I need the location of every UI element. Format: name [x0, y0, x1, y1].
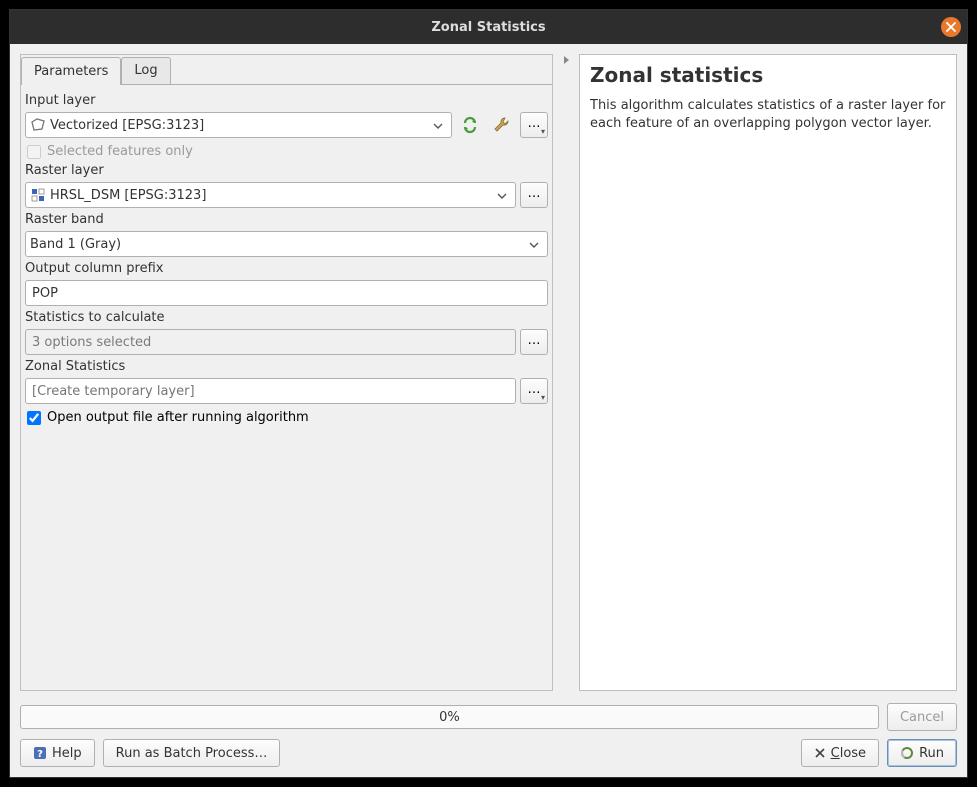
- ellipsis-icon: …: [528, 333, 541, 348]
- zonal-output-input[interactable]: [25, 378, 516, 404]
- raster-layer-value: HRSL_DSM [EPSG:3123]: [50, 188, 493, 203]
- input-layer-combo[interactable]: Vectorized [EPSG:3123]: [25, 112, 452, 138]
- selected-features-label: Selected features only: [47, 144, 193, 159]
- titlebar: Zonal Statistics: [10, 10, 967, 44]
- run-button[interactable]: Run: [887, 739, 957, 767]
- chevron-down-icon: [525, 237, 543, 252]
- progress-text: 0%: [439, 710, 460, 725]
- close-icon: [946, 22, 956, 32]
- raster-band-label: Raster band: [25, 212, 548, 227]
- raster-band-value: Band 1 (Gray): [30, 237, 525, 252]
- stats-label: Statistics to calculate: [25, 310, 548, 325]
- ellipsis-icon: …: [528, 186, 541, 201]
- chevron-down-icon: [429, 118, 447, 133]
- dialog-body: Parameters Log Input layer Vectorized [E…: [10, 44, 967, 777]
- help-description: This algorithm calculates statistics of …: [590, 97, 946, 132]
- batch-button[interactable]: Run as Batch Process…: [103, 739, 281, 767]
- open-output-checkbox[interactable]: [27, 411, 41, 425]
- tab-parameters[interactable]: Parameters: [21, 57, 121, 85]
- help-button-label: Help: [52, 746, 82, 761]
- close-button-label: Close: [831, 746, 866, 761]
- output-prefix-label: Output column prefix: [25, 261, 548, 276]
- ellipsis-icon: …: [528, 382, 541, 397]
- raster-layer-icon: [30, 187, 46, 203]
- window-title: Zonal Statistics: [431, 20, 545, 35]
- iterate-button[interactable]: [456, 112, 484, 138]
- wrench-icon: [492, 115, 512, 135]
- top-area: Parameters Log Input layer Vectorized [E…: [20, 54, 957, 691]
- stats-browse-button[interactable]: …: [520, 329, 548, 355]
- open-output-label: Open output file after running algorithm: [47, 410, 309, 425]
- zonal-output-browse-button[interactable]: … ▾: [520, 378, 548, 404]
- iterate-icon: [460, 115, 480, 135]
- svg-text:?: ?: [37, 749, 43, 760]
- help-button[interactable]: ? Help: [20, 739, 95, 767]
- help-title: Zonal statistics: [590, 63, 946, 87]
- window-close-button[interactable]: [941, 17, 961, 37]
- run-button-label: Run: [919, 746, 944, 761]
- dialog-window: Zonal Statistics Parameters Log Input la…: [9, 9, 968, 778]
- open-output-row[interactable]: Open output file after running algorithm: [27, 410, 548, 425]
- help-pane: Zonal statistics This algorithm calculat…: [579, 54, 957, 691]
- stats-value: 3 options selected: [32, 335, 151, 350]
- raster-layer-label: Raster layer: [25, 163, 548, 178]
- tab-log[interactable]: Log: [121, 57, 170, 84]
- raster-layer-combo[interactable]: HRSL_DSM [EPSG:3123]: [25, 182, 516, 208]
- raster-band-combo[interactable]: Band 1 (Gray): [25, 231, 548, 257]
- input-layer-label: Input layer: [25, 93, 548, 108]
- x-icon: [814, 747, 826, 759]
- tab-content-parameters: Input layer Vectorized [EPSG:3123]: [21, 84, 552, 690]
- raster-layer-browse-button[interactable]: …: [520, 182, 548, 208]
- splitter-arrow-icon: [562, 55, 570, 65]
- close-button[interactable]: Close: [801, 739, 879, 767]
- selected-features-row: Selected features only: [27, 144, 548, 159]
- advanced-options-button[interactable]: [488, 112, 516, 138]
- stats-display: 3 options selected: [25, 329, 516, 355]
- selected-features-checkbox: [27, 145, 41, 159]
- zonal-output-label: Zonal Statistics: [25, 359, 548, 374]
- ellipsis-icon: …: [528, 116, 541, 131]
- input-layer-browse-button[interactable]: … ▾: [520, 112, 548, 138]
- bottom-area: 0% Cancel ? Help Run as Batch Process… C…: [20, 703, 957, 767]
- tabs-row: Parameters Log: [21, 55, 552, 84]
- left-pane: Parameters Log Input layer Vectorized [E…: [20, 54, 553, 691]
- help-icon: ?: [33, 746, 47, 760]
- chevron-down-icon: ▾: [541, 393, 545, 402]
- polygon-layer-icon: [30, 117, 46, 133]
- chevron-down-icon: [493, 188, 511, 203]
- chevron-down-icon: ▾: [541, 127, 545, 136]
- progress-bar: 0%: [20, 705, 879, 729]
- cancel-button: Cancel: [887, 703, 957, 731]
- output-prefix-input[interactable]: [25, 280, 548, 306]
- run-icon: [900, 746, 914, 760]
- splitter-handle[interactable]: [561, 54, 571, 691]
- input-layer-value: Vectorized [EPSG:3123]: [50, 118, 429, 133]
